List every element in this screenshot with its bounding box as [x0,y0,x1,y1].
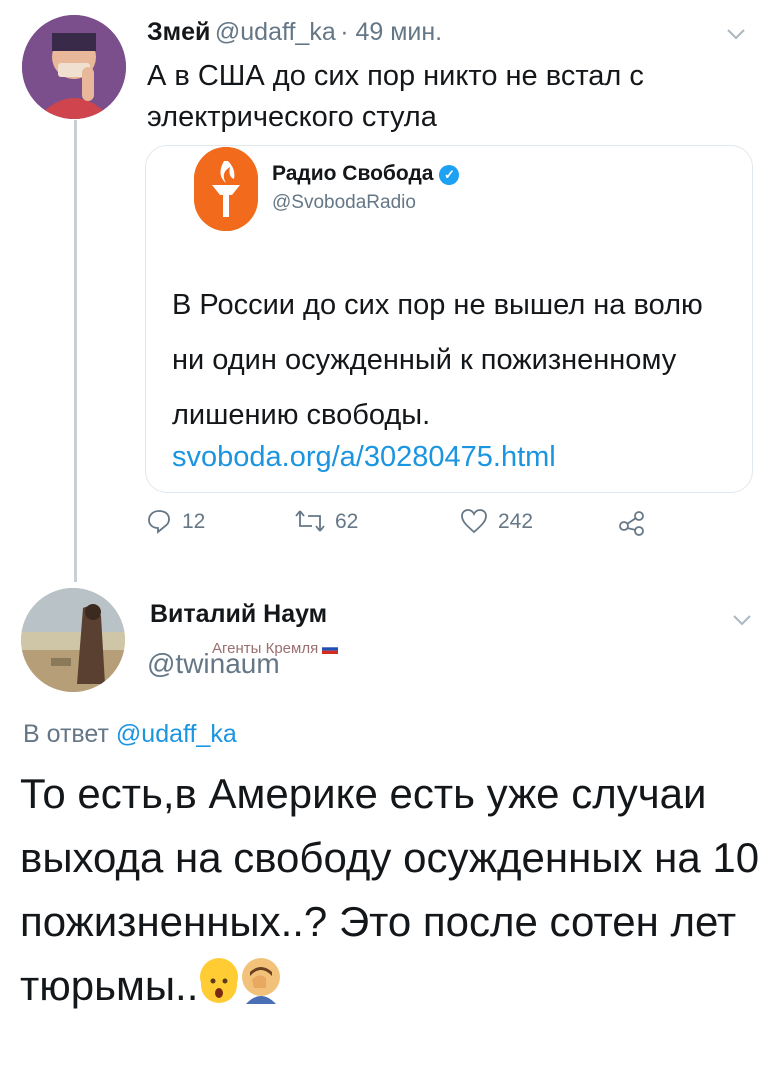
tweet1-author-name[interactable]: Змей [147,18,210,46]
quoted-handle[interactable]: @SvobodaRadio [272,192,416,214]
reply-icon [148,510,170,534]
russia-flag-icon [322,643,339,654]
user-avatar-icon[interactable] [22,15,126,119]
tweet2-handle[interactable]: @twinaum [147,648,280,680]
quoted-link[interactable]: svoboda.org/a/30280475.html [172,441,556,474]
tweet2-text: То есть,в Америке есть уже случаи выхода… [20,762,760,1018]
retweet-action[interactable]: 62 [295,508,358,534]
user-avatar-icon[interactable] [21,588,125,692]
tweet2-author-name[interactable]: Виталий Наум [150,600,327,629]
reply-mention[interactable]: @udaff_ka [116,720,237,748]
tweet1-handle[interactable]: @udaff_ka [215,18,336,46]
torch-logo-icon [194,147,258,231]
like-count: 242 [498,510,534,533]
facepalm-emoji-icon [242,958,281,1004]
tweet2-text-body: То есть,в Америке есть уже случаи выхода… [20,770,760,1009]
reply-context: В ответ @udaff_ka [23,720,237,749]
share-icon [619,511,644,536]
verified-badge-icon: ✓ [439,165,460,185]
quoted-author[interactable]: Радио Свобода ✓ [272,162,460,186]
tweet1-header: Змей @udaff_ka · 49 мин. [147,18,442,47]
reply-action[interactable]: 12 [146,508,205,534]
chevron-down-icon[interactable] [732,606,752,632]
retweet-count: 62 [335,510,359,533]
share-action[interactable] [618,508,656,536]
heart-icon [461,509,487,534]
tweet1-text: А в США до сих пор никто не встал с элек… [147,60,644,133]
quoted-text: В России до сих пор не вышел на волю ни … [172,289,703,431]
retweet-icon [295,510,325,532]
like-action[interactable]: 242 [460,508,533,534]
thread-connector [74,120,77,582]
quoted-author-name[interactable]: Радио Свобода [272,162,433,185]
tweet1-time[interactable]: · 49 мин. [340,18,442,46]
reply-count: 12 [182,510,206,533]
reply-prefix: В ответ [23,720,109,748]
hushed-face-emoji-icon [200,958,239,1003]
chevron-down-icon[interactable] [726,20,746,46]
